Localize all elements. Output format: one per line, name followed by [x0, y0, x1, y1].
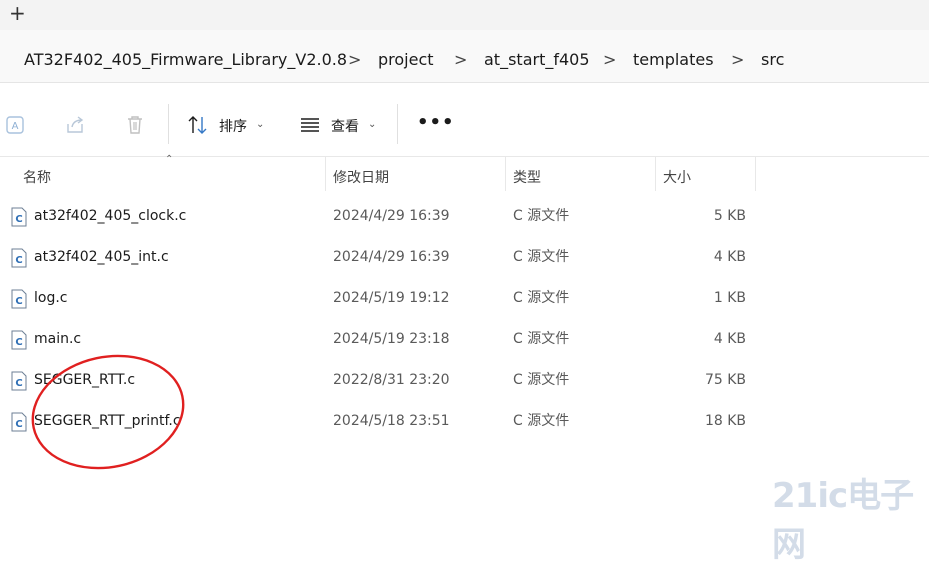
c-source-file-icon: C — [11, 371, 27, 391]
svg-text:C: C — [15, 419, 22, 430]
file-type: C 源文件 — [513, 208, 570, 224]
chevron-down-icon[interactable]: ⌄ — [256, 119, 264, 130]
file-date: 2024/5/18 23:51 — [333, 413, 450, 429]
column-divider[interactable] — [755, 157, 756, 191]
file-date: 2024/4/29 16:39 — [333, 249, 450, 265]
column-divider[interactable] — [655, 157, 656, 191]
file-type: C 源文件 — [513, 249, 570, 265]
file-size: 5 KB — [713, 208, 746, 224]
file-date: 2022/8/31 23:20 — [333, 372, 450, 388]
column-header-size[interactable]: 大小 — [663, 167, 691, 187]
chevron-down-icon[interactable]: ⌄ — [368, 119, 376, 130]
file-size: 4 KB — [713, 331, 746, 347]
column-header-row: ⌃ 名称 修改日期 类型 大小 — [0, 154, 929, 191]
view-icon[interactable] — [299, 114, 321, 136]
svg-text:C: C — [15, 296, 22, 307]
file-row[interactable]: C main.c 2024/5/19 23:18 C 源文件 4 KB — [0, 319, 760, 360]
tab-bar: + — [0, 0, 929, 30]
file-type: C 源文件 — [513, 372, 570, 388]
file-date: 2024/5/19 19:12 — [333, 290, 450, 306]
watermark-logo: 21ic电子网 — [772, 476, 914, 565]
view-button-label[interactable]: 查看 — [331, 116, 359, 136]
file-name: SEGGER_RTT.c — [34, 372, 136, 388]
file-size: 1 KB — [713, 290, 746, 306]
breadcrumb-item-at-start-f405[interactable]: at_start_f405 — [484, 50, 590, 70]
new-tab-button[interactable]: + — [9, 2, 26, 24]
chevron-right-icon[interactable]: > — [454, 50, 467, 70]
sort-button-label[interactable]: 排序 — [219, 116, 247, 136]
chevron-right-icon[interactable]: > — [731, 50, 744, 70]
more-options-button[interactable]: ••• — [417, 112, 455, 133]
file-name: main.c — [34, 331, 82, 347]
file-row[interactable]: C SEGGER_RTT.c 2022/8/31 23:20 C 源文件 75 … — [0, 360, 760, 401]
file-name: log.c — [34, 290, 68, 306]
sort-icon[interactable] — [187, 114, 209, 136]
file-size: 18 KB — [704, 413, 746, 429]
column-header-date[interactable]: 修改日期 — [333, 167, 389, 187]
column-header-name[interactable]: 名称 — [23, 167, 51, 187]
file-type: C 源文件 — [513, 331, 570, 347]
file-name: at32f402_405_clock.c — [34, 208, 187, 224]
rename-icon[interactable]: A — [5, 114, 27, 136]
command-bar: A 排序 ⌄ 查看 ⌄ ••• — [0, 90, 929, 157]
file-row[interactable]: C log.c 2024/5/19 19:12 C 源文件 1 KB — [0, 278, 760, 319]
svg-text:C: C — [15, 214, 22, 225]
toolbar-divider — [168, 104, 169, 144]
toolbar-divider — [397, 104, 398, 144]
share-icon[interactable] — [64, 114, 86, 136]
file-name: SEGGER_RTT_printf.c — [34, 413, 181, 429]
file-size: 75 KB — [704, 372, 746, 388]
c-source-file-icon: C — [11, 412, 27, 432]
breadcrumb-item-project[interactable]: project — [378, 50, 434, 70]
delete-icon[interactable] — [124, 114, 146, 136]
chevron-right-icon[interactable]: > — [603, 50, 616, 70]
file-size: 4 KB — [713, 249, 746, 265]
file-name: at32f402_405_int.c — [34, 249, 169, 265]
breadcrumb-item-library[interactable]: AT32F402_405_Firmware_Library_V2.0.8 — [24, 50, 347, 70]
breadcrumb-item-templates[interactable]: templates — [633, 50, 714, 70]
file-row[interactable]: C at32f402_405_clock.c 2024/4/29 16:39 C… — [0, 196, 760, 237]
c-source-file-icon: C — [11, 248, 27, 268]
c-source-file-icon: C — [11, 330, 27, 350]
sort-ascending-icon: ⌃ — [165, 154, 174, 165]
c-source-file-icon: C — [11, 289, 27, 309]
file-date: 2024/5/19 23:18 — [333, 331, 450, 347]
column-header-type[interactable]: 类型 — [513, 167, 541, 187]
svg-text:C: C — [15, 255, 22, 266]
svg-text:C: C — [15, 337, 22, 348]
file-type: C 源文件 — [513, 290, 570, 306]
file-row[interactable]: C SEGGER_RTT_printf.c 2024/5/18 23:51 C … — [0, 401, 760, 442]
file-type: C 源文件 — [513, 413, 570, 429]
file-row[interactable]: C at32f402_405_int.c 2024/4/29 16:39 C 源… — [0, 237, 760, 278]
chevron-right-icon[interactable]: > — [348, 50, 361, 70]
column-divider[interactable] — [505, 157, 506, 191]
c-source-file-icon: C — [11, 207, 27, 227]
file-date: 2024/4/29 16:39 — [333, 208, 450, 224]
breadcrumb-item-src[interactable]: src — [761, 50, 784, 70]
breadcrumb: AT32F402_405_Firmware_Library_V2.0.8 > p… — [0, 30, 929, 83]
svg-text:A: A — [12, 121, 19, 132]
svg-text:C: C — [15, 378, 22, 389]
column-divider[interactable] — [325, 157, 326, 191]
